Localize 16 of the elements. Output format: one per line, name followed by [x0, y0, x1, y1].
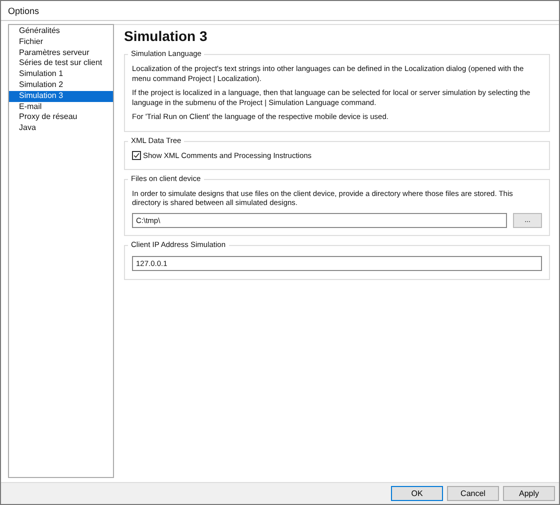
- dialog-button[interactable]: Cancel: [447, 486, 499, 501]
- checkbox[interactable]: [132, 150, 141, 160]
- sidebar-item[interactable]: Simulation 3: [9, 90, 113, 102]
- dialog-button[interactable]: Apply: [503, 486, 555, 501]
- sidebar-item[interactable]: Java: [9, 123, 113, 134]
- sidebar-item[interactable]: Séries de test sur client: [9, 58, 113, 70]
- sidebar-item[interactable]: Proxy de réseau: [9, 112, 113, 124]
- sidebar-item[interactable]: Simulation 2: [9, 80, 113, 91]
- sidebar-item[interactable]: Paramètres serveur: [9, 48, 113, 58]
- page-title: Simulation 3: [124, 28, 208, 44]
- sidebar-item[interactable]: E-mail: [9, 102, 113, 112]
- dialog-button[interactable]: OK: [391, 486, 443, 501]
- window-title: Options: [8, 6, 40, 16]
- sidebar-item[interactable]: Fichier: [9, 36, 113, 48]
- sidebar-item[interactable]: Généralités: [9, 26, 113, 37]
- sidebar-item[interactable]: Simulation 1: [9, 69, 113, 80]
